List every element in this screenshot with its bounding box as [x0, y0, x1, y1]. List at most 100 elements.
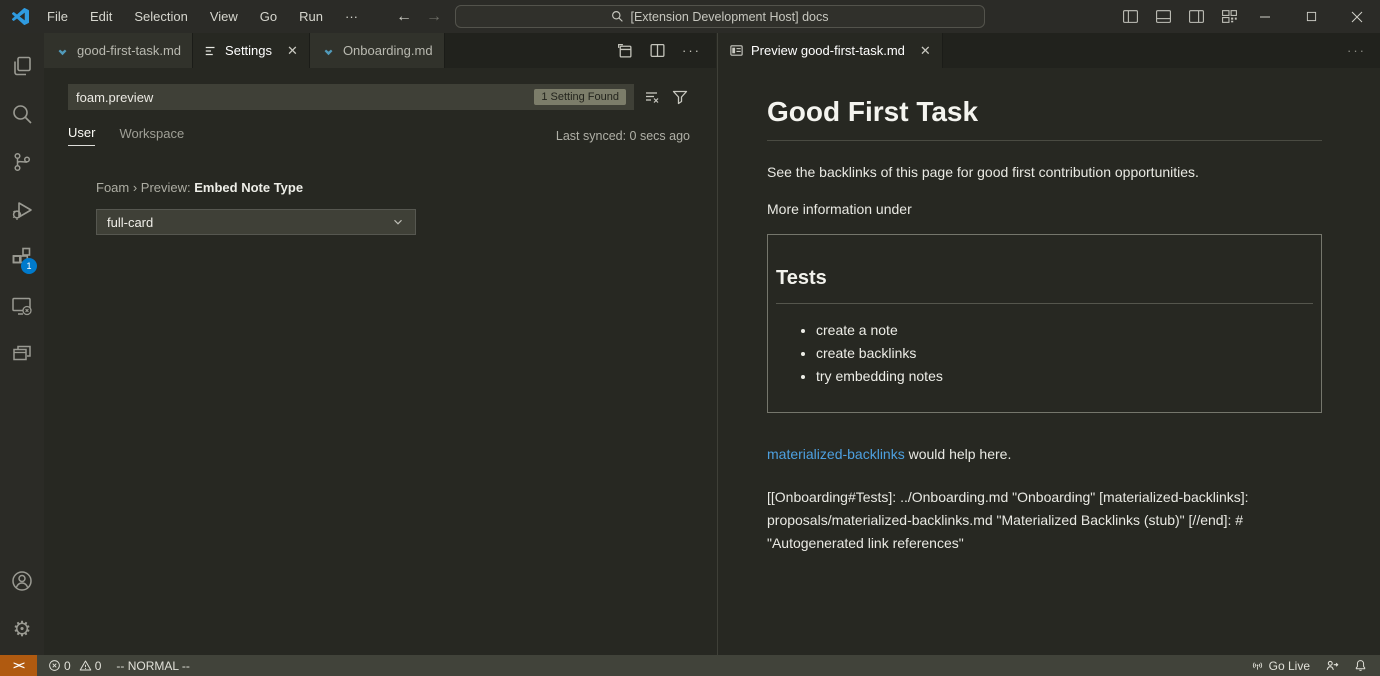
preview-intro: See the backlinks of this page for good … [767, 164, 1322, 180]
error-count: 0 [64, 659, 71, 673]
tab-preview-good-first-task[interactable]: Preview good-first-task.md ✕ [718, 33, 943, 68]
materialized-backlinks-link[interactable]: materialized-backlinks [767, 446, 905, 462]
search-view-icon[interactable] [0, 90, 44, 138]
extensions-badge: 1 [21, 258, 37, 274]
notifications-bell-icon[interactable] [1354, 659, 1367, 672]
filter-funnel-icon[interactable] [670, 87, 690, 107]
markdown-preview: Good First Task See the backlinks of thi… [718, 68, 1380, 555]
layout-controls [1122, 0, 1238, 33]
settings-search-value: foam.preview [76, 90, 153, 105]
backlink-paragraph: materialized-backlinks would help here. [767, 446, 1322, 462]
extensions-icon[interactable]: 1 [0, 234, 44, 282]
preview-title: Good First Task [767, 96, 1322, 141]
embedded-note-list: create a note create backlinks try embed… [776, 319, 1313, 388]
back-arrow-icon[interactable]: ← [396, 8, 412, 26]
toggle-panel-icon[interactable] [1155, 8, 1172, 25]
run-debug-icon[interactable] [0, 186, 44, 234]
explorer-icon[interactable] [0, 42, 44, 90]
tab-settings[interactable]: Settings ✕ [193, 33, 310, 68]
editor-group-right: Preview good-first-task.md ✕ ··· Good Fi… [717, 33, 1380, 655]
broadcast-icon [1251, 659, 1264, 672]
settings-editor-icon [204, 44, 218, 58]
setting-category: Foam › Preview: [96, 180, 194, 195]
backlink-suffix: would help here. [905, 446, 1012, 462]
menu-edit[interactable]: Edit [79, 0, 123, 33]
setting-name: Embed Note Type [194, 180, 303, 195]
tab-bar-right: Preview good-first-task.md ✕ ··· [718, 33, 1380, 68]
go-live-button[interactable]: Go Live [1251, 659, 1310, 673]
selected-value: full-card [107, 215, 153, 230]
tab-label: Preview good-first-task.md [751, 43, 905, 58]
command-center[interactable]: [Extension Development Host] docs [455, 5, 985, 28]
chevron-down-icon [391, 215, 405, 229]
nav-history: ← → [396, 0, 442, 33]
split-editor-icon[interactable] [649, 42, 666, 59]
status-bar-right: Go Live [1251, 659, 1380, 673]
maximize-button[interactable] [1288, 0, 1334, 33]
close-button[interactable] [1334, 0, 1380, 33]
remote-explorer-icon[interactable] [0, 282, 44, 330]
windows-panels-icon[interactable] [0, 330, 44, 378]
forward-arrow-icon[interactable]: → [426, 8, 442, 26]
more-actions-icon[interactable]: ··· [682, 43, 701, 58]
more-actions-icon[interactable]: ··· [1347, 33, 1380, 68]
vscode-logo-icon [12, 8, 29, 25]
tab-close-icon[interactable]: ✕ [287, 43, 298, 59]
list-item: create a note [816, 319, 1313, 342]
scope-tab-workspace[interactable]: Workspace [119, 126, 184, 146]
clear-search-filters-icon[interactable] [642, 87, 662, 107]
error-icon [48, 659, 61, 672]
remote-indicator[interactable]: >< [0, 655, 37, 676]
menu-more[interactable]: ··· [334, 0, 369, 33]
last-synced-label: Last synced: 0 secs ago [556, 129, 690, 143]
editor-group-left: good-first-task.md Settings ✕ Onboarding… [44, 33, 716, 655]
markdown-file-icon [321, 43, 336, 58]
toggle-sidebar-right-icon[interactable] [1188, 8, 1205, 25]
live-share-icon[interactable] [1325, 659, 1339, 673]
list-item: create backlinks [816, 342, 1313, 365]
embed-note-type-select[interactable]: full-card [96, 209, 416, 235]
menu-file[interactable]: File [36, 0, 79, 33]
settings-count-badge: 1 Setting Found [534, 89, 626, 105]
link-references: [[Onboarding#Tests]: ../Onboarding.md "O… [767, 486, 1322, 555]
tab-good-first-task[interactable]: good-first-task.md [44, 33, 193, 68]
setting-label: Foam › Preview: Embed Note Type [96, 180, 690, 195]
vim-mode-indicator[interactable]: -- NORMAL -- [116, 659, 190, 673]
settings-scope-tabs: User Workspace Last synced: 0 secs ago [68, 125, 690, 146]
activity-bar: 1 ⚙ [0, 33, 44, 655]
minimize-button[interactable] [1242, 0, 1288, 33]
setting-item-embed-note-type: Foam › Preview: Embed Note Type full-car… [96, 180, 690, 235]
window-title: [Extension Development Host] docs [630, 10, 828, 24]
open-preview-icon[interactable] [616, 42, 633, 59]
settings-search-row: foam.preview 1 Setting Found [68, 84, 690, 110]
tab-label: good-first-task.md [77, 43, 181, 58]
tab-label: Onboarding.md [343, 43, 433, 58]
title-bar: File Edit Selection View Go Run ··· ← → … [0, 0, 1380, 33]
menu-selection[interactable]: Selection [123, 0, 198, 33]
tab-close-icon[interactable]: ✕ [920, 43, 931, 59]
menu-bar: File Edit Selection View Go Run ··· [36, 0, 369, 33]
toggle-sidebar-left-icon[interactable] [1122, 8, 1139, 25]
embedded-note-title: Tests [776, 267, 1313, 304]
window-controls [1242, 0, 1380, 33]
settings-editor: foam.preview 1 Setting Found User Worksp… [44, 68, 716, 235]
go-live-label: Go Live [1269, 659, 1310, 673]
tab-bar-left: good-first-task.md Settings ✕ Onboarding… [44, 33, 716, 68]
search-icon [611, 10, 624, 23]
menu-run[interactable]: Run [288, 0, 334, 33]
scope-tab-user[interactable]: User [68, 125, 95, 146]
editor-actions: ··· [616, 33, 716, 68]
customize-layout-icon[interactable] [1221, 8, 1238, 25]
warning-count: 0 [95, 659, 102, 673]
menu-go[interactable]: Go [249, 0, 288, 33]
settings-gear-icon[interactable]: ⚙ [0, 605, 44, 653]
menu-view[interactable]: View [199, 0, 249, 33]
accounts-icon[interactable] [0, 557, 44, 605]
source-control-icon[interactable] [0, 138, 44, 186]
preview-more-info: More information under [767, 201, 1322, 217]
settings-search-input[interactable]: foam.preview 1 Setting Found [68, 84, 634, 110]
tab-onboarding[interactable]: Onboarding.md [310, 33, 445, 68]
problems-indicator[interactable]: 0 0 [48, 659, 101, 673]
list-item: try embedding notes [816, 365, 1313, 388]
markdown-file-icon [55, 43, 70, 58]
